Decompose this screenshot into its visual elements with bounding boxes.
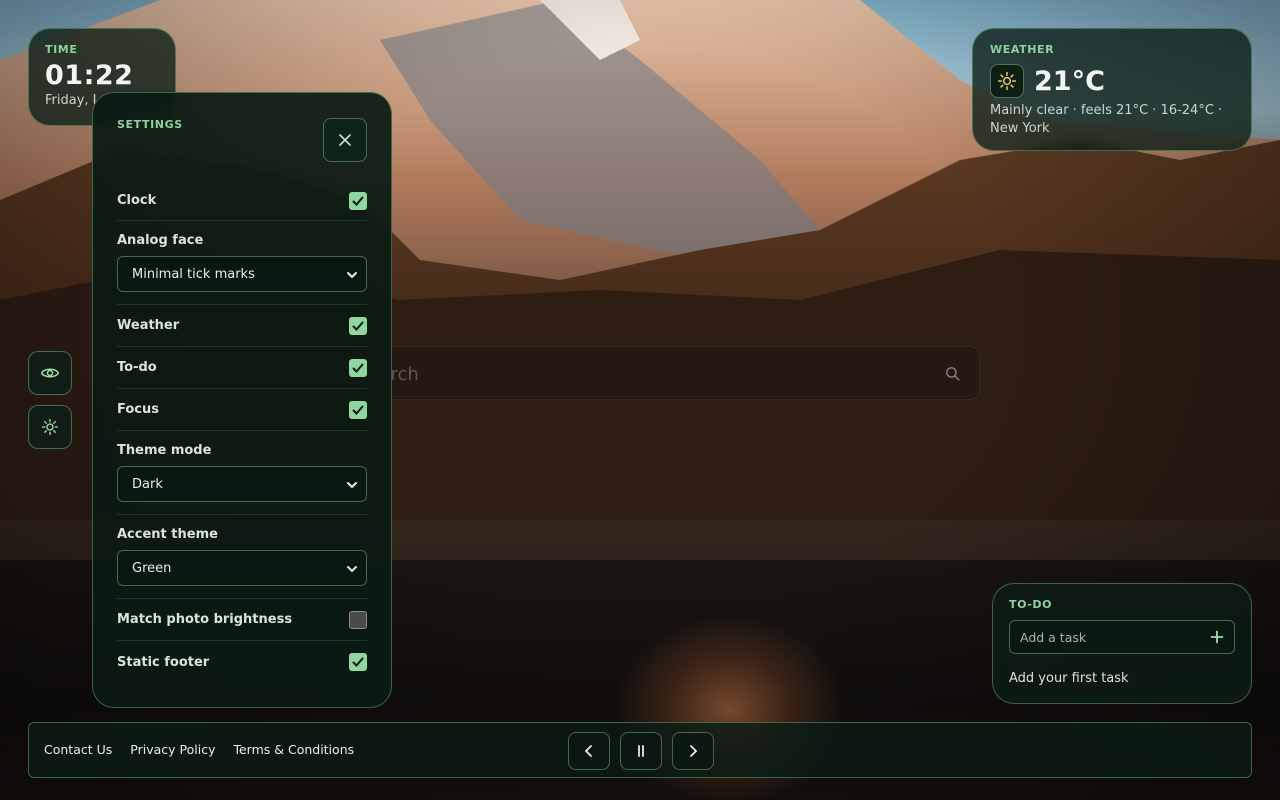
check-icon (352, 657, 364, 667)
clock-checkbox[interactable] (349, 192, 367, 210)
settings-panel: SETTINGS Clock Analog face Minimal tick … (92, 92, 392, 708)
weather-widget: WEATHER 21°C Mainly clear · feels 21°C ·… (972, 28, 1252, 151)
terms-link[interactable]: Terms & Conditions (233, 742, 354, 757)
setting-clock-label: Clock (117, 193, 157, 208)
setting-accent-theme-label: Accent theme (117, 527, 218, 542)
accent-theme-select[interactable]: Green (117, 550, 367, 586)
analog-face-value: Minimal tick marks (132, 266, 255, 282)
setting-theme-mode-label: Theme mode (117, 443, 212, 458)
todo-label: TO-DO (1009, 598, 1053, 611)
weather-temperature: 21°C (1034, 65, 1105, 97)
pause-button[interactable] (620, 732, 662, 770)
chevron-down-icon (347, 566, 357, 573)
setting-accent-theme: Accent theme Green (117, 515, 367, 599)
digital-clock: 01:22 (45, 60, 134, 91)
chevron-right-icon (690, 745, 698, 757)
setting-analog-face-label: Analog face (117, 233, 204, 248)
gear-icon (41, 418, 59, 436)
setting-static-footer: Static footer (117, 641, 367, 683)
weather-label: WEATHER (990, 43, 1055, 56)
next-photo-button[interactable] (672, 732, 714, 770)
setting-todo-label: To-do (117, 360, 157, 375)
setting-theme-mode: Theme mode Dark (117, 431, 367, 515)
pause-icon (638, 745, 644, 757)
setting-static-footer-label: Static footer (117, 654, 210, 670)
weather-location: New York (990, 121, 1050, 136)
setting-clock: Clock (117, 187, 367, 221)
theme-mode-select[interactable]: Dark (117, 466, 367, 502)
chevron-down-icon (347, 482, 357, 489)
analog-face-select[interactable]: Minimal tick marks (117, 256, 367, 292)
privacy-policy-link[interactable]: Privacy Policy (130, 742, 215, 757)
time-label: TIME (45, 43, 78, 56)
focus-checkbox[interactable] (349, 400, 367, 419)
todo-input-box (1009, 620, 1235, 654)
search-icon[interactable] (944, 365, 961, 382)
setting-weather-label: Weather (117, 318, 180, 333)
close-icon (339, 134, 351, 146)
previous-photo-button[interactable] (568, 732, 610, 770)
check-icon (352, 363, 364, 373)
setting-focus-label: Focus (117, 402, 159, 417)
check-icon (352, 405, 364, 415)
accent-theme-value: Green (132, 560, 172, 576)
visibility-toggle-button[interactable] (28, 351, 72, 395)
contact-us-link[interactable]: Contact Us (44, 742, 112, 757)
setting-todo: To-do (117, 347, 367, 389)
sun-icon (990, 64, 1024, 98)
check-icon (352, 321, 364, 331)
setting-weather: Weather (117, 305, 367, 347)
chevron-down-icon (347, 272, 357, 279)
close-settings-button[interactable] (323, 118, 367, 162)
todo-checkbox[interactable] (349, 358, 367, 377)
plus-icon[interactable] (1210, 630, 1224, 644)
footer-bar: Contact Us Privacy Policy Terms & Condit… (28, 722, 1252, 778)
setting-match-brightness-label: Match photo brightness (117, 612, 293, 627)
settings-title: SETTINGS (117, 118, 183, 131)
check-icon (352, 196, 364, 206)
search-input[interactable] (357, 347, 937, 401)
setting-analog-face: Analog face Minimal tick marks (117, 221, 367, 305)
weather-description: Mainly clear · feels 21°C · 16-24°C · (990, 103, 1223, 118)
setting-match-brightness: Match photo brightness (117, 599, 367, 641)
theme-mode-value: Dark (132, 476, 163, 492)
settings-button[interactable] (28, 405, 72, 449)
match-brightness-checkbox[interactable] (349, 610, 367, 629)
eye-icon (40, 368, 60, 378)
chevron-left-icon (584, 745, 592, 757)
static-footer-checkbox[interactable] (349, 653, 367, 671)
todo-widget: TO-DO Add your first task (992, 583, 1252, 704)
todo-empty-state: Add your first task (1009, 671, 1129, 686)
add-task-input[interactable] (1020, 621, 1200, 653)
setting-focus: Focus (117, 389, 367, 431)
search-bar[interactable] (340, 346, 980, 401)
weather-checkbox[interactable] (349, 316, 367, 335)
